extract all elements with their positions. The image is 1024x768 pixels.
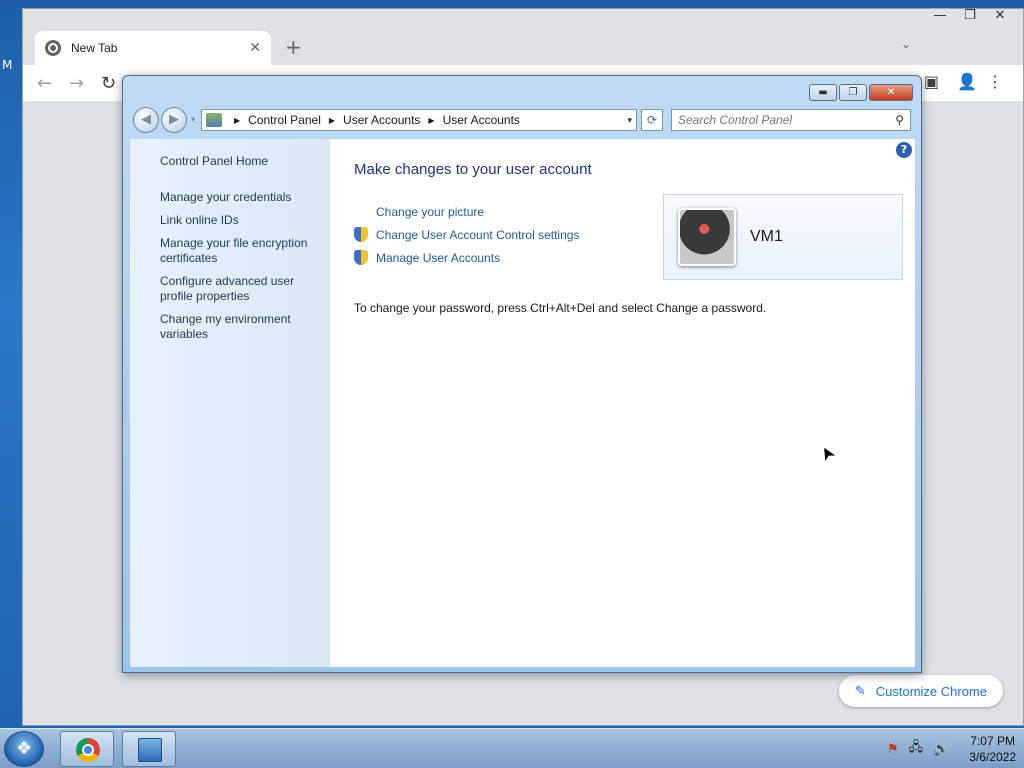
tab-title: New Tab — [71, 41, 118, 55]
forward-arrow-icon[interactable]: → — [69, 73, 84, 94]
cp-close-button[interactable]: ✕ — [869, 84, 913, 101]
account-name: VM1 — [750, 228, 783, 245]
clock-time: 7:07 PM — [970, 734, 1015, 748]
control-panel-window: ▬ ❐ ✕ ◀ ▶ ▾ ▶ Control Panel ▶ User Accou… — [122, 75, 922, 673]
breadcrumb-separator-icon[interactable]: ▶ — [234, 116, 240, 125]
page-title: Make changes to your user account — [354, 161, 592, 178]
link-uac-settings-label[interactable]: Change User Account Control settings — [376, 228, 579, 242]
tab-search-dropdown-icon[interactable]: ⌄ — [901, 37, 911, 51]
search-input[interactable] — [678, 113, 896, 127]
account-tile: VM1 — [663, 194, 903, 280]
customize-chrome-button[interactable]: ✎ Customize Chrome — [838, 675, 1003, 707]
task-links: Manage your credentials Link online IDs … — [160, 190, 330, 342]
profile-icon[interactable]: 👤 — [957, 72, 977, 91]
address-dropdown-icon[interactable]: ▾ — [627, 115, 632, 126]
control-panel-home-link[interactable]: Control Panel Home — [160, 154, 330, 168]
task-pane: Control Panel Home Manage your credentia… — [130, 139, 330, 667]
password-note: To change your password, press Ctrl+Alt+… — [354, 301, 767, 315]
cp-back-icon[interactable]: ◀ — [133, 107, 159, 133]
task-link-online-ids[interactable]: Link online IDs — [160, 213, 330, 228]
menu-kebab-icon[interactable]: ⋮ — [987, 72, 1003, 91]
refresh-button[interactable]: ⟳ — [641, 109, 663, 131]
task-link-profile-properties[interactable]: Configure advanced user profile properti… — [160, 274, 330, 304]
cp-recent-dropdown-icon[interactable]: ▾ — [189, 107, 197, 133]
search-box[interactable]: ⚲ — [671, 109, 911, 131]
chrome-close-button[interactable]: ✕ — [985, 9, 1015, 25]
action-center-flag-icon[interactable]: ⚑ — [887, 742, 899, 757]
reload-icon[interactable]: ↻ — [101, 73, 116, 94]
tab-close-icon[interactable]: ✕ — [249, 40, 261, 56]
chrome-favicon-icon — [45, 40, 61, 56]
taskbar: ⚑ 🖧 🔊 7:07 PM 3/6/2022 — [0, 728, 1024, 768]
taskbar-chrome-button[interactable] — [60, 731, 114, 767]
system-tray: ⚑ 🖧 🔊 7:07 PM 3/6/2022 — [887, 733, 1016, 765]
breadcrumb-separator-icon[interactable]: ▶ — [428, 116, 434, 125]
breadcrumb-user-accounts-current[interactable]: User Accounts — [443, 113, 520, 127]
link-manage-user-accounts-label[interactable]: Manage User Accounts — [376, 251, 500, 265]
task-link-encryption-certificates[interactable]: Manage your file encryption certificates — [160, 236, 330, 266]
cp-nav-buttons: ◀ ▶ ▾ — [133, 107, 197, 133]
task-link-environment-variables[interactable]: Change my environment variables — [160, 312, 330, 342]
network-icon[interactable]: 🖧 — [909, 738, 924, 760]
uac-shield-icon — [354, 227, 368, 242]
breadcrumb-separator-icon[interactable]: ▶ — [329, 116, 335, 125]
cp-window-controls: ▬ ❐ ✕ — [809, 84, 913, 101]
chrome-icon — [76, 738, 100, 762]
sidepanel-icon[interactable]: ▣ — [924, 72, 939, 91]
breadcrumb-user-accounts[interactable]: User Accounts — [343, 113, 420, 127]
pencil-icon: ✎ — [854, 683, 866, 698]
link-change-picture-label[interactable]: Change your picture — [376, 205, 484, 219]
cp-minimize-button[interactable]: ▬ — [809, 84, 837, 101]
help-icon[interactable]: ? — [896, 142, 912, 158]
cp-forward-icon[interactable]: ▶ — [161, 107, 187, 133]
tab-new-tab[interactable]: New Tab ✕ — [35, 31, 271, 65]
cp-maximize-button[interactable]: ❐ — [839, 84, 867, 101]
chrome-maximize-button[interactable]: ❐ — [955, 9, 985, 25]
breadcrumb-control-panel[interactable]: Control Panel — [248, 113, 321, 127]
desktop-label: M — [2, 58, 13, 72]
control-panel-icon — [206, 113, 222, 127]
uac-shield-icon — [354, 250, 368, 265]
back-arrow-icon[interactable]: ← — [37, 73, 52, 94]
account-picture[interactable] — [678, 208, 736, 266]
new-tab-button[interactable]: + — [285, 35, 302, 59]
cp-body: Control Panel Home Manage your credentia… — [130, 139, 915, 667]
task-link-credentials[interactable]: Manage your credentials — [160, 190, 330, 205]
chrome-minimize-button[interactable]: — — [925, 9, 955, 25]
chrome-window-controls: — ❐ ✕ — [925, 9, 1015, 25]
clock[interactable]: 7:07 PM 3/6/2022 — [969, 733, 1016, 765]
clock-date: 3/6/2022 — [969, 750, 1016, 764]
search-icon[interactable]: ⚲ — [895, 113, 904, 127]
address-bar[interactable]: ▶ Control Panel ▶ User Accounts ▶ User A… — [201, 109, 637, 131]
start-button[interactable] — [4, 731, 44, 767]
taskbar-control-panel-button[interactable] — [122, 731, 176, 767]
volume-icon[interactable]: 🔊 — [933, 742, 949, 757]
control-panel-icon — [138, 738, 162, 762]
customize-chrome-label: Customize Chrome — [875, 683, 987, 699]
